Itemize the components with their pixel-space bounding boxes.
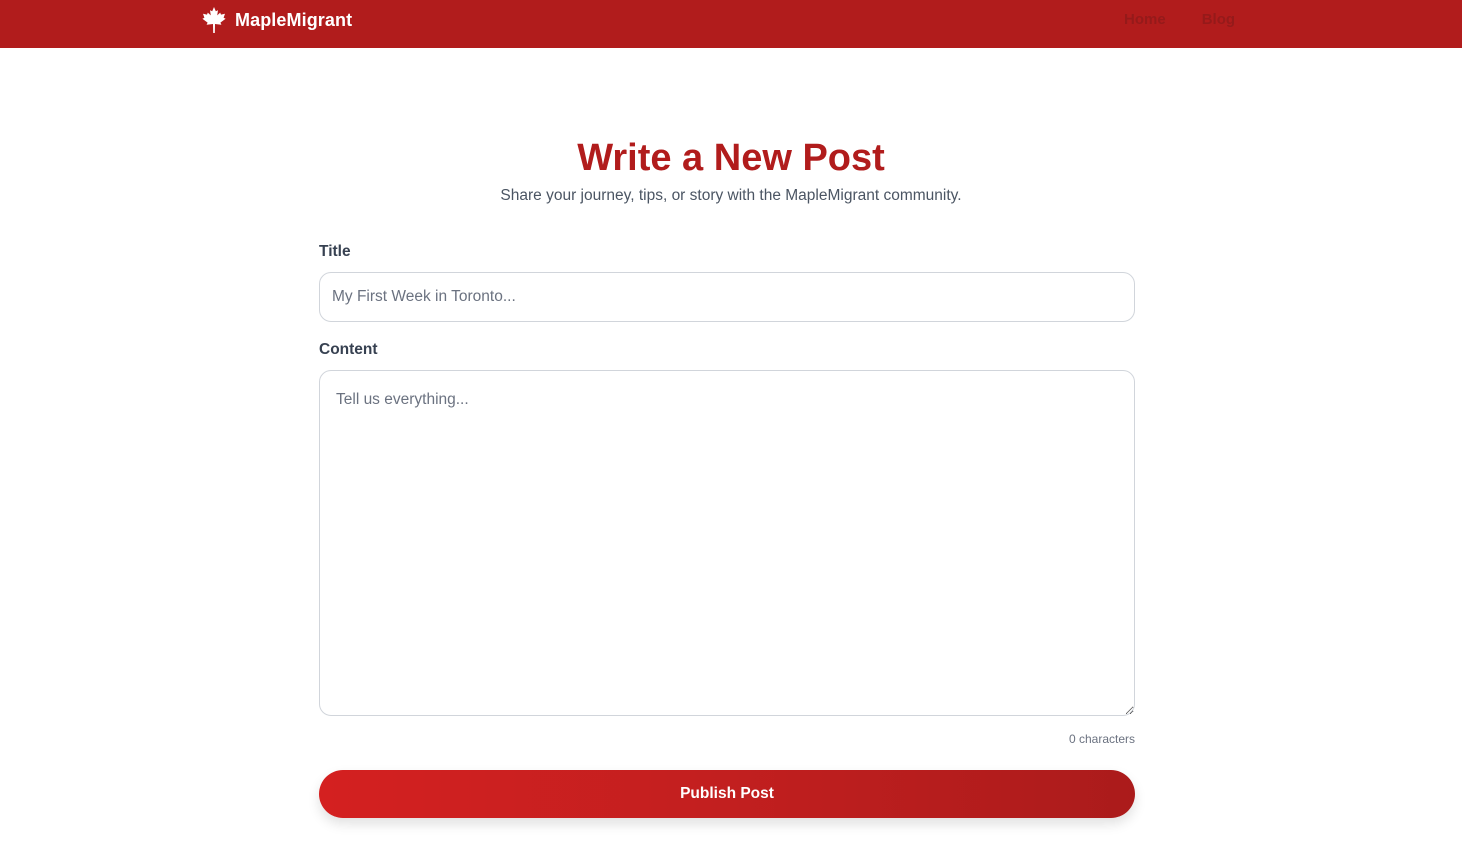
content-label: Content [319,341,378,358]
nav-links: Home Blog [1124,11,1235,28]
content-textarea[interactable] [319,370,1135,716]
maple-leaf-icon [202,7,226,33]
page-subtitle: Share your journey, tips, or story with … [500,187,962,204]
nav-link-blog[interactable]: Blog [1202,11,1235,28]
title-input[interactable] [319,272,1135,322]
title-label: Title [319,243,351,260]
brand-logo-link[interactable]: MapleMigrant [202,6,352,34]
brand-name: MapleMigrant [235,9,353,30]
character-count: 0 characters [1068,732,1135,746]
nav-link-home[interactable]: Home [1124,11,1166,28]
top-navbar: MapleMigrant Home Blog [0,0,1462,48]
page-title: Write a New Post [577,137,885,179]
publish-post-button[interactable]: Publish Post [319,770,1135,818]
